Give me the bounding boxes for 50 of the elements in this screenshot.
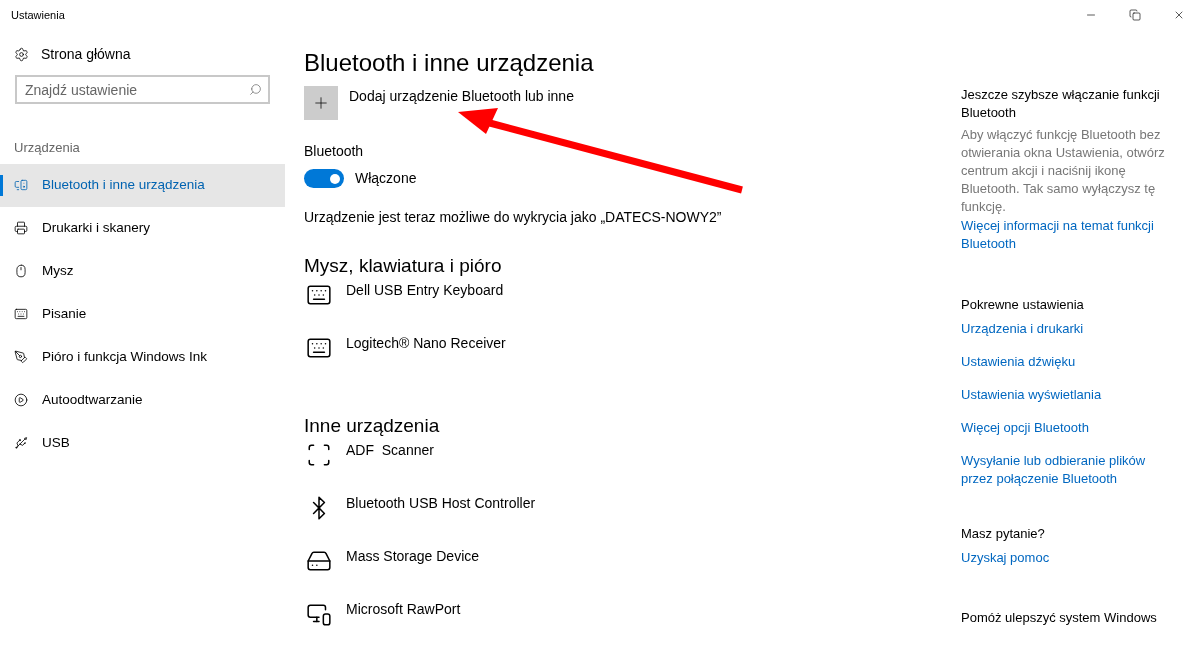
play-icon [14,393,28,407]
devices-icon [14,178,28,192]
more-info-link[interactable]: Więcej informacji na temat funkcji Bluetooth [961,217,1172,253]
add-device-button[interactable] [304,86,338,120]
help-title: Masz pytanie? [961,525,1046,543]
home-link[interactable]: Strona główna [0,34,285,74]
nav-item[interactable]: Autoodtwarzanie [0,378,285,422]
close-icon [1173,9,1185,21]
bluetooth-toggle[interactable] [304,169,344,188]
section-title: Mysz, klawiatura i pióro [304,254,502,278]
nav-item[interactable]: Mysz [0,249,285,293]
nav-item[interactable]: Bluetooth i inne urządzenia [0,163,285,207]
device-item[interactable]: Mass Storage Device [346,546,480,567]
related-title: Pokrewne ustawienia [961,296,1085,314]
related-link[interactable]: Urządzenia i drukarki [961,320,1172,338]
feedback-title: Pomóż ulepszyć system Windows [961,609,1158,627]
printer-icon [14,221,28,235]
page-title: Bluetooth i inne urządzenia [304,48,594,78]
tip-text: Aby włączyć funkcję Bluetooth bez otwierania okna Ustawienia, otwórz centrum akcji i naciśnij ikonę Bluetooth. Tak samo wyłączysz tę funkcję. [961,126,1166,216]
restore-icon [1129,9,1141,21]
help-link[interactable]: Uzyskaj pomoc [961,549,1172,567]
device-item[interactable]: Dell USB Entry Keyboard [346,280,504,301]
device-item[interactable]: Bluetooth USB Host Controller [346,493,536,514]
device-item[interactable]: Microsoft RawPort [346,599,461,620]
add-device-label[interactable]: Dodaj urządzenie Bluetooth lub inne [349,86,574,107]
bluetooth-label: Bluetooth [304,142,365,161]
related-link[interactable]: Ustawienia dźwięku [961,353,1172,371]
tip-title: Jeszcze szybsze włączanie funkcji Bluetooth [961,86,1161,122]
nav-item[interactable]: Drukarki i skanery [0,206,285,250]
related-link[interactable]: Ustawienia wyświetlania [961,386,1172,404]
settings-icon [14,46,29,62]
device-item[interactable]: Logitech® Nano Receiver [346,333,506,354]
window-title: Ustawienia [10,7,66,23]
related-link[interactable]: Wysyłanie lub odbieranie plików przez połączenie Bluetooth [961,452,1172,488]
pen-icon [14,350,28,364]
toggle-state: Włączone [355,169,417,188]
related-link[interactable]: Więcej opcji Bluetooth [961,419,1172,437]
discoverable-text: Urządzenie jest teraz możliwe do wykrycia jako „DATECS-NOWY2” [304,208,723,227]
mouse-icon [14,264,28,278]
nav-item[interactable]: Pisanie [0,292,285,336]
plus-icon [312,94,330,112]
usb-icon [14,436,28,450]
nav-item[interactable]: Pióro i funkcja Windows Ink [0,335,285,379]
keyboard-icon [14,307,28,321]
search-icon[interactable] [249,83,262,96]
section-title: Inne urządzenia [304,414,440,438]
device-item[interactable]: ADF Scanner [346,440,434,461]
nav-item[interactable]: USB [0,421,285,465]
section-label: Urządzenia [13,139,81,157]
search-field[interactable]: Znajdź ustawienie [15,75,270,104]
